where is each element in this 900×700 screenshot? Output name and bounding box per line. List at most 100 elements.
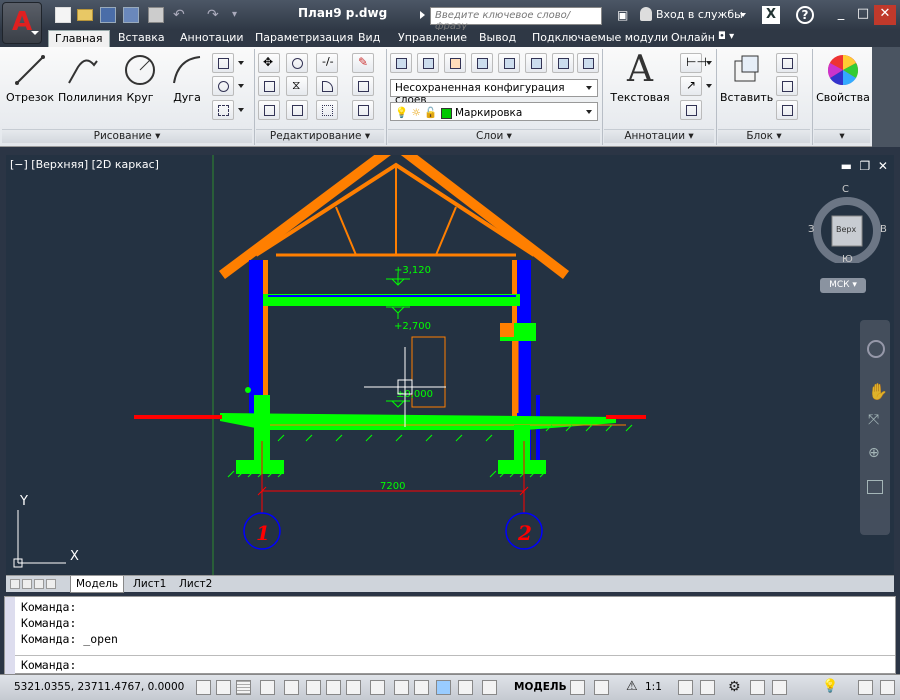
layers-panel-title[interactable]: Слои ▾ <box>388 129 600 143</box>
annotation-panel-title[interactable]: Аннотации ▾ <box>604 129 714 143</box>
osnap-toggle[interactable] <box>306 680 321 695</box>
minimize-button[interactable]: _ <box>830 5 852 25</box>
rectangle-button[interactable] <box>212 53 234 73</box>
layer-unisolate-button[interactable] <box>471 53 493 73</box>
layer-lock-button[interactable] <box>577 53 599 73</box>
tab-layout1[interactable]: Лист1 <box>128 576 171 593</box>
tab-nav-next-icon[interactable] <box>34 579 44 589</box>
array-button[interactable] <box>316 100 338 120</box>
block-attributes-button[interactable] <box>776 100 798 120</box>
move-button[interactable]: ✥ <box>258 53 280 73</box>
tab-view[interactable]: Вид <box>352 30 386 47</box>
sc-toggle[interactable] <box>482 680 497 695</box>
print-icon[interactable] <box>148 7 164 23</box>
clean-screen-icon[interactable] <box>858 680 873 695</box>
fillet-button[interactable] <box>316 76 338 96</box>
3d-osnap-toggle[interactable] <box>326 680 341 695</box>
viewcube-east[interactable]: В <box>880 224 887 235</box>
hatch-button[interactable] <box>212 76 234 96</box>
layer-match-button[interactable] <box>552 53 574 73</box>
create-block-button[interactable] <box>776 53 798 73</box>
layer-off-button[interactable] <box>525 53 547 73</box>
ucs-menu-button[interactable]: МСК ▾ <box>820 278 866 293</box>
dyn-toggle[interactable] <box>394 680 409 695</box>
open-file-icon[interactable] <box>77 9 93 21</box>
coordinates-readout[interactable]: 5321.0355, 23711.4767, 0.0000 <box>14 681 184 693</box>
redo-icon[interactable]: ↷ <box>207 7 223 23</box>
model-space-button[interactable]: МОДЕЛЬ <box>514 681 567 693</box>
block-panel-title[interactable]: Блок ▾ <box>718 129 810 143</box>
hatch-dropdown-icon[interactable] <box>238 108 244 112</box>
tab-parametric[interactable]: Параметризация <box>249 30 359 47</box>
auto-scale-icon[interactable] <box>700 680 715 695</box>
polyline-tool[interactable]: Полилиния <box>58 51 122 104</box>
annotation-scale-value[interactable]: 1:1 <box>645 681 662 693</box>
ellipse-dropdown-icon[interactable] <box>238 84 244 88</box>
hardware-accel-icon[interactable] <box>772 680 787 695</box>
exchange-apps-icon[interactable]: X <box>762 6 780 24</box>
search-expand-icon[interactable] <box>420 11 425 19</box>
user-icon[interactable] <box>640 7 652 21</box>
tab-plugins[interactable]: Подключаемые модули <box>526 30 674 47</box>
tab-nav-last-icon[interactable] <box>46 579 56 589</box>
zoom-icon[interactable]: ⤧ <box>868 412 879 428</box>
help-icon[interactable]: ? <box>796 6 814 24</box>
explode-button[interactable] <box>352 76 374 96</box>
save-icon[interactable] <box>100 7 116 23</box>
search-input[interactable]: Введите ключевое слово/фразу <box>430 7 602 32</box>
viewcube-west[interactable]: З <box>808 224 814 235</box>
ducs-toggle[interactable] <box>370 680 385 695</box>
orbit-icon[interactable]: ⊕ <box>868 445 880 461</box>
snap-toggle[interactable] <box>216 680 231 695</box>
tab-annotate[interactable]: Аннотации <box>174 30 250 47</box>
drawing-viewport[interactable]: [−] [Верхняя] [2D каркас] ▬ ❐ ✕ +3,120 +… <box>6 155 894 575</box>
layer-freeze-button[interactable] <box>498 53 520 73</box>
leader-dropdown-icon[interactable] <box>706 84 712 88</box>
close-button[interactable]: ✕ <box>874 5 896 25</box>
qat-customize-icon[interactable]: ▾ <box>232 7 248 23</box>
properties-panel-title[interactable]: ▾ <box>814 129 870 143</box>
erase-button[interactable]: ✎ <box>352 53 374 73</box>
binoculars-icon[interactable]: ▣ <box>617 8 628 22</box>
application-menu-button[interactable]: A <box>2 2 42 44</box>
properties-tool[interactable]: Свойства <box>816 51 870 104</box>
viewcube-north[interactable]: С <box>842 184 849 195</box>
tab-layout2[interactable]: Лист2 <box>174 576 217 593</box>
layer-states-button[interactable] <box>417 53 439 73</box>
steering-wheel-icon[interactable] <box>867 340 885 358</box>
scale-button[interactable] <box>286 100 308 120</box>
save-as-icon[interactable] <box>123 7 139 23</box>
command-window-grip[interactable] <box>5 597 15 675</box>
transparency-toggle[interactable] <box>436 680 451 695</box>
stretch-button[interactable] <box>258 100 280 120</box>
showmotion-icon[interactable] <box>867 480 883 494</box>
layer-properties-button[interactable] <box>390 53 412 73</box>
workspace-gear-icon[interactable]: ⚙ <box>728 679 741 695</box>
layer-isolate-button[interactable] <box>444 53 466 73</box>
circle-tool[interactable]: Круг <box>115 51 165 104</box>
grid-toggle[interactable] <box>236 680 251 695</box>
viewcube-south[interactable]: Ю <box>842 254 853 265</box>
tab-insert[interactable]: Вставка <box>112 30 171 47</box>
edit-block-button[interactable] <box>776 76 798 96</box>
trim-button[interactable]: -/- <box>316 53 338 73</box>
pan-icon[interactable]: ✋ <box>868 382 888 401</box>
tab-home[interactable]: Главная <box>48 30 110 47</box>
tab-output[interactable]: Вывод <box>473 30 522 47</box>
arc-tool[interactable]: Дуга <box>162 51 212 104</box>
new-file-icon[interactable] <box>55 7 71 23</box>
polar-toggle[interactable] <box>284 680 299 695</box>
command-input[interactable]: Команда: <box>21 658 881 672</box>
copy-button[interactable] <box>258 76 280 96</box>
tab-nav-prev-icon[interactable] <box>22 579 32 589</box>
sign-in-chevron-icon[interactable] <box>740 13 746 17</box>
current-layer-dropdown[interactable]: 💡 ☼ 🔓 Маркировка <box>390 102 598 121</box>
offset-button[interactable] <box>352 100 374 120</box>
annotation-scale-icon[interactable]: ⚠ <box>626 679 638 694</box>
maximize-button[interactable]: □ <box>852 5 874 25</box>
tab-model[interactable]: Модель <box>70 576 125 593</box>
insert-block-tool[interactable]: Вставить <box>720 51 773 104</box>
sign-in-button[interactable]: Вход в службы <box>656 8 743 21</box>
lwt-toggle[interactable] <box>414 680 429 695</box>
tab-manage[interactable]: Управление <box>392 30 473 47</box>
